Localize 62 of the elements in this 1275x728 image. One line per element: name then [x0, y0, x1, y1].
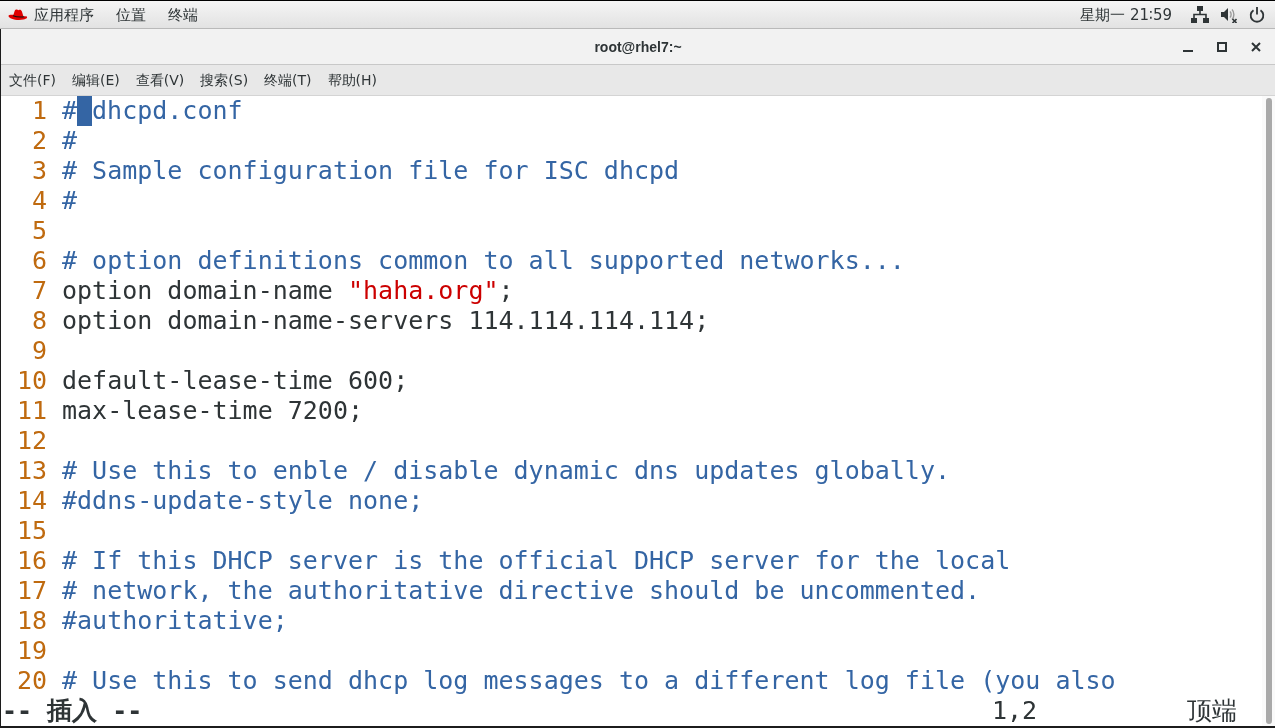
power-icon[interactable] — [1249, 6, 1265, 23]
comment-text: # network, the authoritative directive should be uncommented. — [62, 576, 981, 606]
line-number: 12 — [15, 426, 47, 456]
line-number: 18 — [15, 606, 47, 636]
line-number: 2 — [30, 126, 47, 156]
menu-item[interactable]: 帮助(H) — [327, 70, 378, 90]
panel-menu[interactable]: 终端 — [168, 4, 198, 25]
line-number: 5 — [30, 216, 47, 246]
panel-menu[interactable]: 位置 — [116, 4, 146, 25]
line-number: 20 — [15, 666, 47, 696]
panel-menu[interactable]: 应用程序 — [34, 4, 94, 25]
line-number: 13 — [15, 456, 47, 486]
comment-text: # If this DHCP server is the official DHCP server for the local — [62, 546, 1011, 576]
scrollbar-track[interactable] — [1262, 96, 1275, 726]
line-number: 3 — [30, 156, 47, 186]
code-text: default-lease-time 600; — [62, 366, 409, 396]
scrollbar-thumb[interactable] — [1266, 98, 1272, 724]
string-text: "haha.org" — [348, 276, 499, 306]
code-text: option domain-name — [62, 276, 334, 306]
comment-text: # — [62, 96, 78, 126]
clock[interactable]: 星期一 21∶59 — [1080, 4, 1172, 25]
menu-item[interactable]: 文件(F) — [9, 70, 56, 90]
comment-text: # — [62, 126, 78, 156]
window-title: root@rhel7:~ — [594, 38, 682, 55]
line-number: 19 — [15, 636, 47, 666]
line-number: 1 — [30, 96, 47, 126]
code-text: option domain-name-servers 114.114.114.114; — [62, 306, 710, 336]
hat-icon — [8, 8, 28, 21]
line-number: 15 — [15, 516, 47, 546]
scroll-position: 顶端 — [1187, 696, 1237, 725]
line-number: 16 — [15, 546, 47, 576]
comment-text: dhcpd.conf — [92, 96, 243, 126]
maximize-icon — [1217, 41, 1227, 52]
comment-text: # — [62, 186, 78, 216]
code-text: max-lease-time 7200; — [62, 396, 364, 426]
menu-item[interactable]: 终端(T) — [264, 70, 312, 90]
line-number: 9 — [30, 336, 47, 366]
comment-text: #ddns-update-style none; — [62, 486, 424, 516]
line-number: 8 — [30, 306, 47, 336]
line-number: 10 — [15, 366, 47, 396]
comment-text: # Use this to send dhcp log messages to a different log file (you also — [62, 666, 1116, 696]
text-cursor — [77, 96, 93, 126]
line-number: 17 — [15, 576, 47, 606]
comment-text: # option definitions common to all supported networks... — [62, 246, 905, 276]
line-number: 14 — [15, 486, 47, 516]
comment-text: #authoritative; — [62, 606, 288, 636]
minimize-icon — [1183, 49, 1193, 52]
close-icon — [1251, 41, 1261, 52]
speaker-icon[interactable] — [1221, 6, 1237, 23]
menu-item[interactable]: 搜索(S) — [200, 70, 249, 90]
line-number: 6 — [30, 246, 47, 276]
line-number: 4 — [30, 186, 47, 216]
comment-text: # Sample configuration file for ISC dhcpd — [62, 156, 680, 186]
menu-item[interactable]: 查看(V) — [135, 70, 185, 90]
mode-indicator: -- 插入 -- — [2, 696, 143, 725]
line-number: 11 — [15, 396, 47, 426]
comment-text: # Use this to enble / disable dynamic dns updates globally. — [62, 456, 951, 486]
line-number: 7 — [30, 276, 47, 306]
cursor-position: 1,2 — [992, 696, 1038, 725]
menu-item[interactable]: 编辑(E) — [72, 70, 120, 90]
code-text: ; — [498, 276, 514, 306]
network-icon[interactable] — [1191, 6, 1209, 23]
